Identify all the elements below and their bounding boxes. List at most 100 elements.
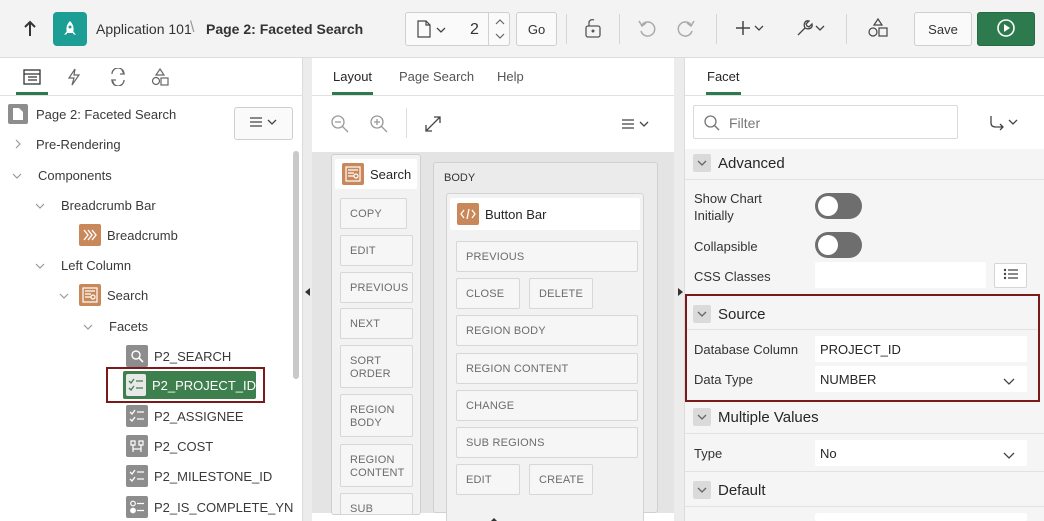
tree-scrollbar[interactable] [293, 151, 299, 379]
tree-facet-p2-search[interactable]: P2_SEARCH [126, 344, 231, 368]
tab-page-search[interactable]: Page Search [399, 69, 474, 84]
search-region-block[interactable]: Search COPY EDIT PREVIOUS NEXT SORT ORDE… [331, 154, 421, 515]
tree-label: P2_SEARCH [154, 348, 232, 364]
section-source[interactable]: Source [693, 302, 766, 326]
collapse-right-icon[interactable] [677, 284, 683, 299]
slot-close[interactable]: CLOSE [456, 278, 520, 309]
slot-edit[interactable]: EDIT [456, 464, 520, 495]
layout-menu-button[interactable] [621, 118, 651, 133]
page-stepper[interactable] [488, 13, 510, 45]
tab-facet[interactable]: Facet [706, 69, 741, 95]
section-advanced[interactable]: Advanced [693, 151, 785, 175]
slot-change[interactable]: CHANGE [456, 390, 638, 421]
rendering-tab-icon[interactable] [21, 66, 43, 88]
page-number-input[interactable]: 2 [470, 21, 479, 39]
data-type-select[interactable]: NUMBER [815, 366, 1027, 392]
tree-node-search[interactable]: Search [59, 283, 148, 307]
lock-icon[interactable] [583, 17, 603, 42]
tree-node-breadcrumb[interactable]: Breadcrumb [79, 223, 178, 247]
tree-facet-p2-assignee[interactable]: P2_ASSIGNEE [126, 404, 244, 428]
search-region-header[interactable]: Search [335, 159, 417, 189]
section-multiple-values[interactable]: Multiple Values [693, 405, 819, 429]
toggle-show-chart-initially[interactable] [815, 193, 862, 219]
tree-label: Left Column [61, 257, 132, 273]
tree-label: P2_MILESTONE_ID [154, 468, 273, 484]
tab-layout[interactable]: Layout [331, 69, 374, 95]
section-title: Source [718, 305, 766, 323]
tree-facet-p2-is-complete-yn[interactable]: P2_IS_COMPLETE_YN [126, 495, 293, 519]
type-select[interactable]: No [815, 440, 1027, 466]
slot-edit[interactable]: EDIT [340, 235, 413, 266]
toggle-collapsible[interactable] [815, 232, 862, 258]
tab-help[interactable]: Help [497, 69, 524, 84]
checkbox-facet-icon [126, 374, 146, 396]
resize-handle-icon[interactable] [489, 512, 499, 521]
body-region[interactable]: BODY Button Bar PREVIOUS CLOSE DELETE RE… [433, 162, 658, 521]
chevron-down-icon [35, 258, 45, 273]
collapse-left-icon[interactable] [305, 284, 311, 299]
chevron-right-icon [14, 137, 22, 152]
go-to-group-menu[interactable] [988, 114, 1020, 135]
shared-components-tab-icon[interactable] [149, 66, 171, 88]
right-splitter[interactable] [674, 58, 684, 521]
middle-tabs: Layout Page Search Help [312, 58, 674, 96]
tree-label: Search [107, 287, 149, 303]
processing-tab-icon[interactable] [107, 66, 129, 88]
tree-node-left-column[interactable]: Left Column [35, 253, 131, 277]
slot-previous[interactable]: PREVIOUS [456, 241, 638, 272]
chevron-down-icon [1003, 448, 1015, 463]
filter-input[interactable]: Filter [693, 105, 958, 139]
tree-node-breadcrumb-bar[interactable]: Breadcrumb Bar [35, 193, 156, 217]
tree-label: P2_COST [154, 438, 214, 454]
slot-delete[interactable]: DELETE [529, 278, 593, 309]
tree-node-facets[interactable]: Facets [83, 314, 148, 338]
zoom-in-icon[interactable] [369, 114, 389, 137]
section-default[interactable]: Default [693, 478, 766, 502]
app-name-link[interactable]: Application 101 [96, 21, 192, 37]
slot-region-body[interactable]: REGION BODY [340, 394, 413, 437]
slot-sort-order[interactable]: SORT ORDER [340, 345, 413, 388]
css-classes-picker[interactable] [994, 263, 1027, 288]
zoom-out-icon[interactable] [330, 114, 350, 137]
divider [687, 329, 1038, 330]
button-bar-header[interactable]: Button Bar [450, 198, 640, 230]
wrench-menu-button[interactable] [794, 18, 828, 41]
slot-sub-regions[interactable]: SUB REGIONS [456, 427, 638, 458]
tree-facet-p2-project-id[interactable]: P2_PROJECT_ID [123, 371, 256, 399]
dynamic-actions-tab-icon[interactable] [63, 66, 85, 88]
tree-node-components[interactable]: Components [12, 163, 112, 187]
app-icon[interactable] [53, 12, 87, 46]
filter-placeholder: Filter [729, 115, 761, 131]
left-splitter[interactable] [303, 58, 312, 521]
create-menu-button[interactable] [736, 19, 768, 40]
slot-region-body[interactable]: REGION BODY [456, 315, 638, 346]
redo-icon[interactable] [676, 18, 696, 41]
shared-components-icon[interactable] [868, 17, 888, 42]
tree-facet-p2-cost[interactable]: P2_COST [126, 434, 213, 458]
slot-next[interactable]: NEXT [340, 308, 413, 339]
data-type-value: NUMBER [820, 372, 877, 387]
tree-facet-p2-milestone-id[interactable]: P2_MILESTONE_ID [126, 464, 272, 488]
expand-icon[interactable] [424, 115, 442, 136]
slot-create[interactable]: CREATE [529, 464, 593, 495]
slot-previous[interactable]: PREVIOUS [340, 272, 413, 303]
css-classes-input[interactable] [815, 262, 986, 288]
save-button[interactable]: Save [914, 12, 972, 46]
tree-root-page[interactable]: Page 2: Faceted Search [8, 102, 176, 126]
slot-region-content[interactable]: REGION CONTENT [456, 353, 638, 384]
undo-icon[interactable] [637, 18, 657, 41]
slot-sub[interactable]: SUB [340, 493, 413, 515]
page-selector[interactable]: 2 [405, 12, 510, 46]
active-tab-indicator [16, 92, 48, 95]
button-bar-region[interactable]: Button Bar PREVIOUS CLOSE DELETE REGION … [446, 193, 644, 521]
go-button[interactable]: Go [516, 12, 557, 46]
default-field-partial[interactable] [815, 513, 1027, 521]
up-arrow-icon[interactable] [20, 18, 40, 40]
slot-copy[interactable]: COPY [340, 198, 407, 229]
tree-node-pre-rendering[interactable]: Pre-Rendering [14, 132, 121, 156]
tree-menu-button[interactable] [234, 107, 293, 140]
faceted-search-icon [342, 163, 364, 185]
run-button[interactable] [977, 12, 1035, 46]
slot-region-content[interactable]: REGION CONTENT [340, 444, 413, 487]
database-column-input[interactable]: PROJECT_ID [815, 336, 1027, 362]
